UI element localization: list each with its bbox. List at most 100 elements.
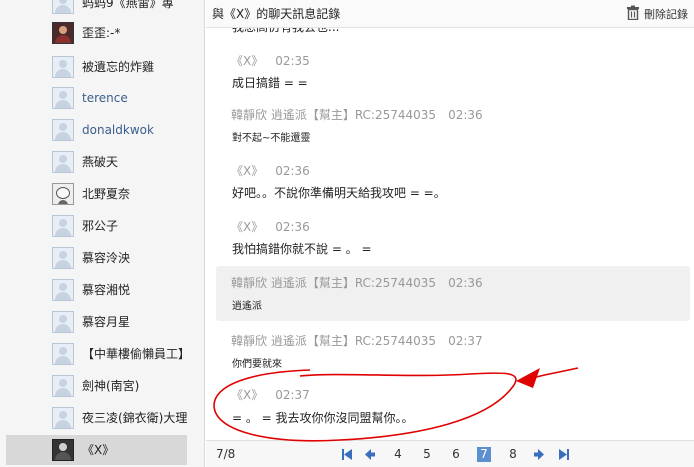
message-text: 我怕搞錯你就不說 = 。 = <box>232 242 372 256</box>
message-text: 你們要就來 <box>232 359 282 370</box>
contact-name: 夜三凌(錦衣衛)大理 <box>82 411 187 425</box>
message-header: 韓靜欣 逍遙派【幫主】RC:25744035 02:36 <box>231 106 483 123</box>
contact-name: 慕容泠泱 <box>82 251 131 265</box>
page-6[interactable]: 6 <box>449 447 463 462</box>
message-time: 02:35 <box>275 54 310 68</box>
pager-bar: 7/8 4 5 6 7 8 <box>206 440 694 467</box>
first-page-icon[interactable] <box>341 447 353 462</box>
avatar <box>52 22 74 44</box>
contact-item[interactable]: 邪公子 <box>6 211 187 241</box>
message-sender: 韓靜欣 逍遙派【幫主】RC:25744035 <box>231 108 437 122</box>
contact-item[interactable]: 北野夏奈 <box>6 179 187 209</box>
contact-item[interactable]: 慕容月星 <box>6 307 187 337</box>
message-header: 《X》 02:35 <box>231 52 310 69</box>
contact-name: 《X》 <box>82 443 115 457</box>
avatar <box>52 439 74 461</box>
message-header: 《X》 02:36 <box>231 218 310 235</box>
contact-name: 被遺忘的炸雞 <box>82 60 155 74</box>
contact-item[interactable]: 蚂蚂9《燕雷》蓴 <box>6 0 187 18</box>
message-text: 對不起~不能還靈 <box>232 133 311 144</box>
message-sender: 《X》 <box>231 54 264 68</box>
page-indicator: 7/8 <box>216 447 236 461</box>
contact-item[interactable]: 慕容泠泱 <box>6 243 187 273</box>
contact-item[interactable]: donaldkwok <box>6 115 187 145</box>
avatar <box>52 279 74 301</box>
message-text: 我想高仿有我会也... <box>232 28 339 35</box>
delete-history-label: 刪除記錄 <box>644 8 688 21</box>
message-sender: 《X》 <box>231 388 264 402</box>
page-8[interactable]: 8 <box>506 447 520 462</box>
avatar <box>52 407 74 429</box>
avatar <box>52 56 74 78</box>
chat-header: 與《X》的聊天訊息記錄 刪除記錄 <box>206 0 694 28</box>
prev-page-icon[interactable] <box>364 447 376 462</box>
avatar <box>52 151 74 173</box>
message-text: = 。 = 我去攻你你沒同盟幫你。。 <box>232 411 414 425</box>
contact-name: terence <box>82 91 128 105</box>
avatar <box>52 0 74 14</box>
message-time: 02:37 <box>448 334 483 348</box>
message-item: 《X》 02:36 好吧。。不說你準備明天給我攻吧 = =。 <box>216 156 690 206</box>
message-time: 02:36 <box>275 220 310 234</box>
page-7-current[interactable]: 7 <box>477 447 491 462</box>
message-text: 逍遙派 <box>232 301 262 312</box>
message-time: 02:36 <box>448 276 483 290</box>
trash-icon <box>626 5 640 23</box>
message-time: 02:36 <box>275 164 310 178</box>
contact-item-selected[interactable]: 《X》 <box>6 435 187 465</box>
contact-name: 慕容湘悦 <box>82 283 131 297</box>
message-list: 我想高仿有我会也... 《X》 02:35 成日搞錯 = = 韓靜欣 逍遙派【幫主】RC… <box>206 28 694 433</box>
message-item: 《X》 02:35 成日搞錯 = = <box>216 46 690 96</box>
contact-item[interactable]: 燕破天 <box>6 147 187 177</box>
message-item: 韓靜欣 逍遙派【幫主】RC:25744035 02:36 對不起~不能還靈 <box>216 100 690 150</box>
contact-name: 燕破天 <box>82 155 119 169</box>
last-page-icon[interactable] <box>558 447 570 462</box>
contact-list: 蚂蚂9《燕雷》蓴歪歪:-* 被遺忘的炸雞 terence donaldkwok 燕破天北… <box>0 0 205 467</box>
message-header: 《X》 02:37 <box>231 386 310 403</box>
contact-item[interactable]: 歪歪:-* <box>6 18 187 48</box>
contact-item[interactable]: terence <box>6 83 187 113</box>
message-item: 《X》 02:36 我怕搞錯你就不說 = 。 = <box>216 212 690 262</box>
chat-title: 與《X》的聊天訊息記錄 <box>212 7 341 21</box>
message-text: 成日搞錯 = = <box>232 76 308 90</box>
contact-name: 慕容月星 <box>82 315 131 329</box>
message-item: 韓靜欣 逍遙派【幫主】RC:25744035 02:36 逍遙派 <box>216 266 690 321</box>
message-text: 好吧。。不說你準備明天給我攻吧 = =。 <box>232 186 446 200</box>
contact-item[interactable]: 夜三凌(錦衣衛)大理 <box>6 403 187 433</box>
avatar <box>52 87 74 109</box>
message-sender: 《X》 <box>231 164 264 178</box>
message-sender: 《X》 <box>231 220 264 234</box>
contact-name: 北野夏奈 <box>82 187 131 201</box>
avatar <box>52 343 74 365</box>
message-header: 韓靜欣 逍遙派【幫主】RC:25744035 02:36 <box>231 274 483 291</box>
contact-name: 歪歪:-* <box>82 26 121 40</box>
contact-item[interactable]: 劍神(南宮) <box>6 371 187 401</box>
avatar <box>52 375 74 397</box>
message-time: 02:37 <box>275 388 310 402</box>
message-item: 我想高仿有我会也... <box>216 28 690 40</box>
page-5[interactable]: 5 <box>420 447 434 462</box>
page-4[interactable]: 4 <box>391 447 405 462</box>
contact-name: 【中華樓偷懶員工】 <box>82 347 187 361</box>
contact-item[interactable]: 慕容湘悦 <box>6 275 187 305</box>
contact-name: 蚂蚂9《燕雷》蓴 <box>82 0 174 10</box>
next-page-icon[interactable] <box>533 447 545 462</box>
message-item: 《X》 02:37 = 。 = 我去攻你你沒同盟幫你。。 <box>216 380 690 430</box>
message-header: 《X》 02:36 <box>231 162 310 179</box>
contact-name: donaldkwok <box>82 123 154 137</box>
avatar <box>52 247 74 269</box>
message-time: 02:36 <box>448 108 483 122</box>
contact-name: 劍神(南宮) <box>82 379 140 393</box>
contact-name: 邪公子 <box>82 219 119 233</box>
message-header: 韓靜欣 逍遙派【幫主】RC:25744035 02:37 <box>231 332 483 349</box>
message-sender: 韓靜欣 逍遙派【幫主】RC:25744035 <box>231 276 437 290</box>
message-sender: 韓靜欣 逍遙派【幫主】RC:25744035 <box>231 334 437 348</box>
avatar <box>52 311 74 333</box>
message-item: 韓靜欣 逍遙派【幫主】RC:25744035 02:37 你們要就來 <box>216 326 690 371</box>
avatar <box>52 119 74 141</box>
avatar <box>52 183 74 205</box>
avatar <box>52 215 74 237</box>
delete-history-button[interactable]: 刪除記錄 <box>626 4 688 24</box>
contact-item[interactable]: 【中華樓偷懶員工】 <box>6 339 187 369</box>
contact-item[interactable]: 被遺忘的炸雞 <box>6 52 187 82</box>
